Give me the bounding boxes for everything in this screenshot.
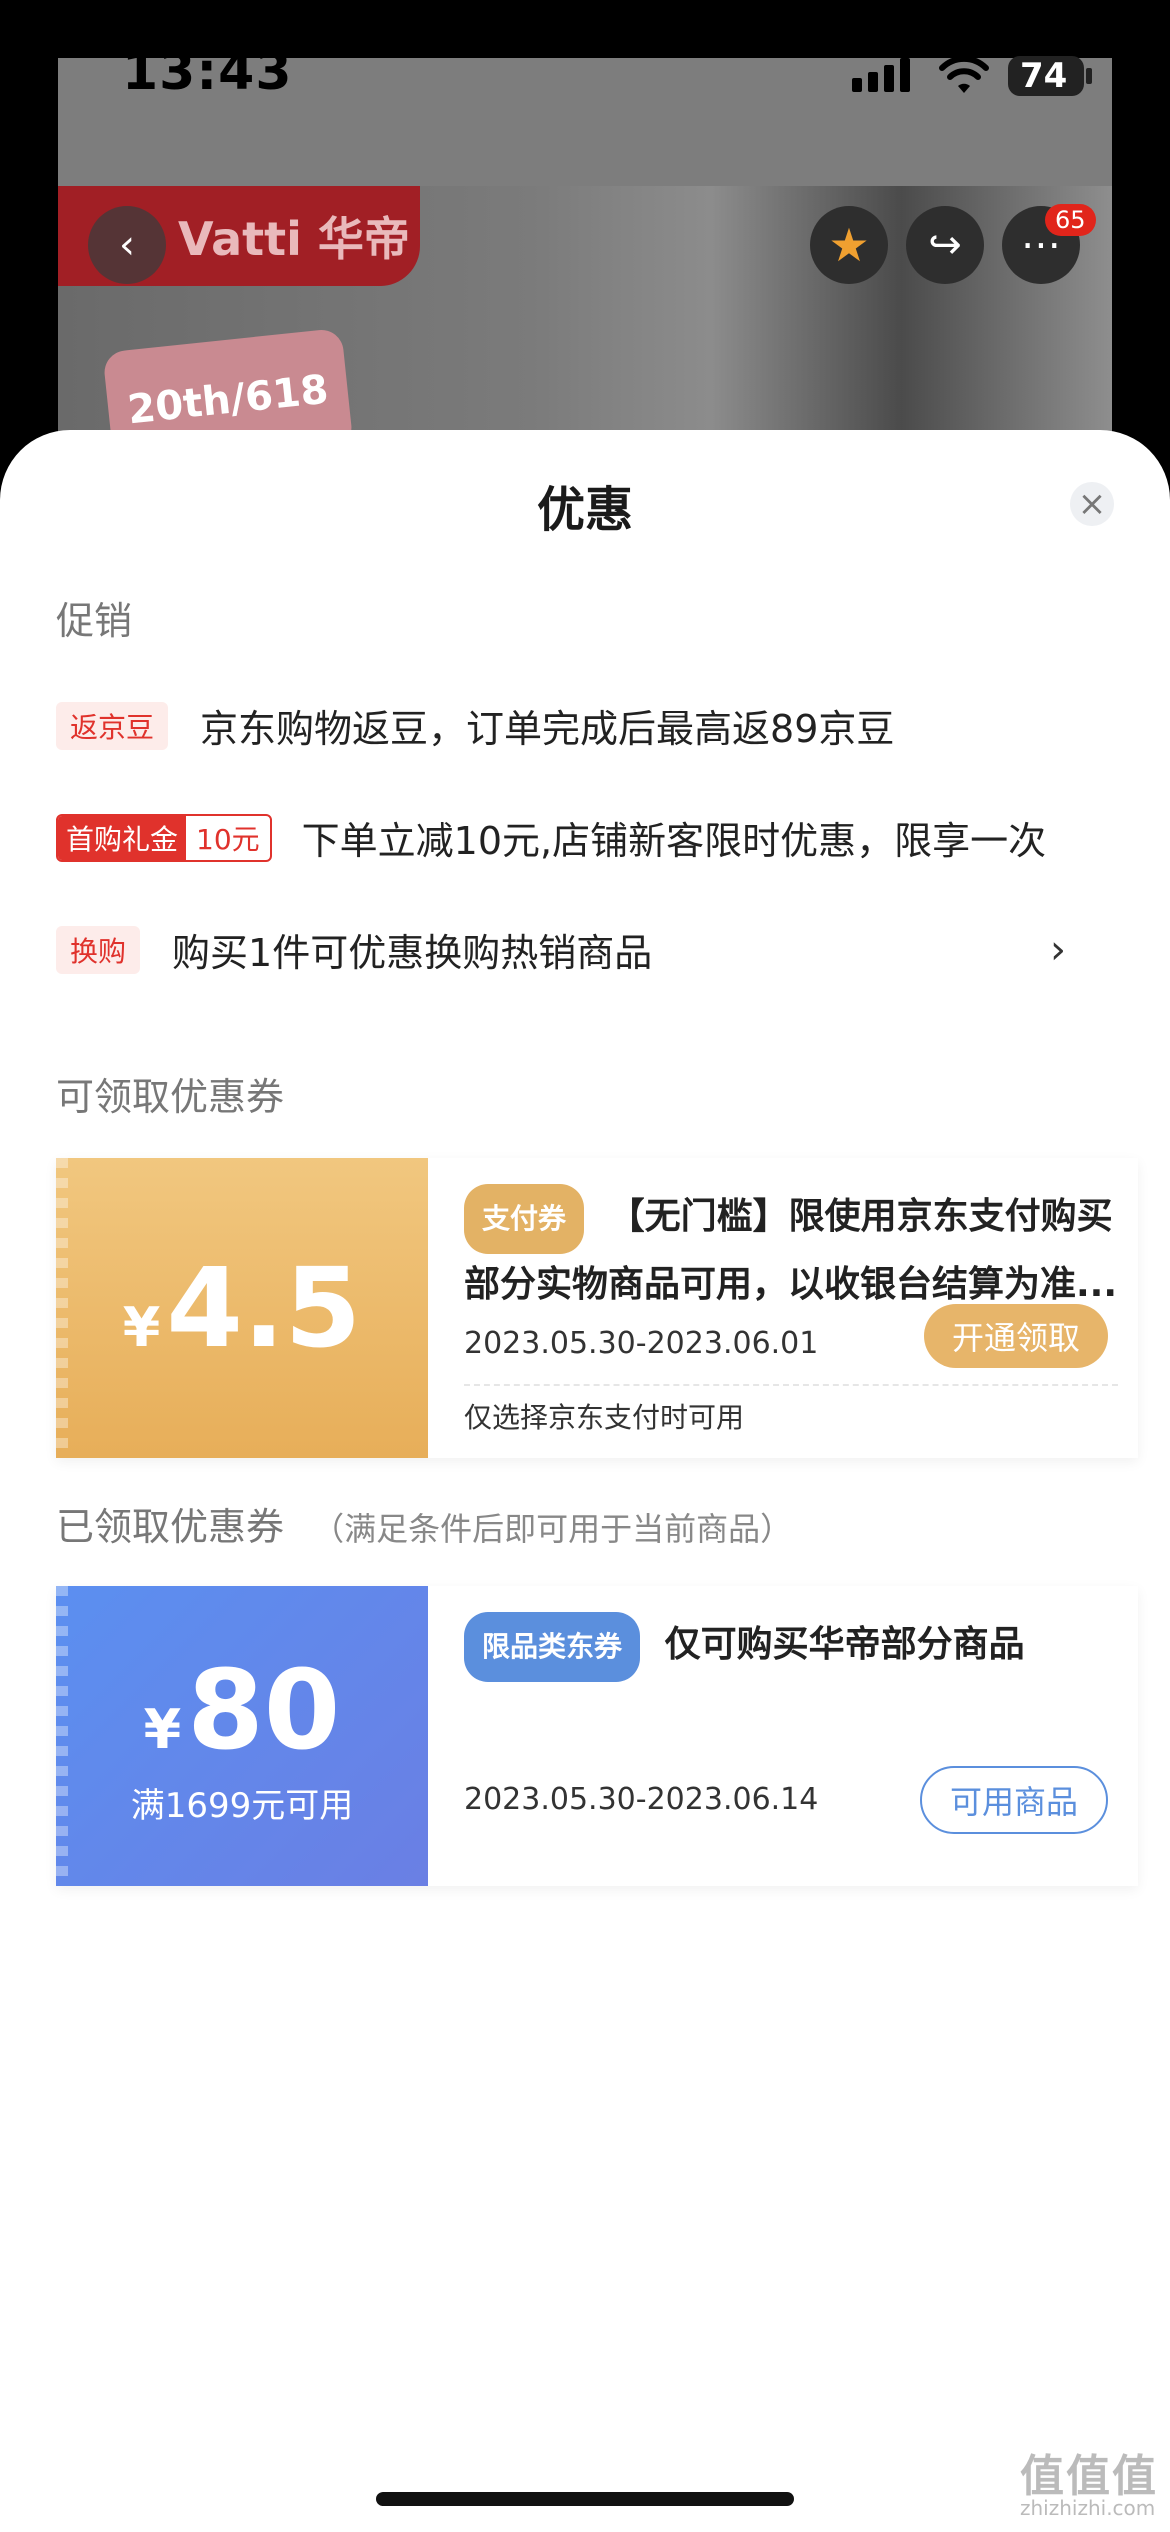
eligible-products-button[interactable]: 可用商品 [919,1766,1108,1834]
currency-symbol: ¥ [122,1296,161,1359]
coupon-type-tag: 支付券 [464,1184,585,1254]
star-icon: ★ [828,218,870,272]
back-button[interactable]: ‹ [88,206,166,284]
status-time: 13:43 [122,42,293,102]
promotion-text: 京东购物返豆，订单完成后最高返89京豆 [200,707,895,751]
coupon-title-block: 限品类东券 仅可购买华帝部分商品 [464,1612,1124,1682]
coupon-amount: ¥ 80 [144,1646,341,1774]
coupon-zigzag-edge [56,1158,68,1458]
coupon-note: 仅选择京东支付时可用 [464,1401,745,1434]
promotions-section-label: 促销 [56,599,133,643]
chevron-left-icon: ‹ [119,222,135,268]
chevron-right-icon: › [1050,926,1066,973]
cart-count-badge: 65 [1045,204,1096,236]
coupon-amount-panel: ¥ 80 满1699元可用 [56,1586,428,1886]
first-order-gift-tag: 首购礼金 10元 [56,813,272,862]
coupon-value: 80 [187,1645,341,1774]
signal-icon [852,58,910,92]
sheet-title: 优惠 [536,482,633,538]
currency-symbol: ¥ [143,1697,182,1761]
coupon-value: 4.5 [166,1244,362,1372]
coupon-amount-panel: ¥ 4.5 [56,1158,428,1458]
promotion-tag: 返京豆 [56,701,169,750]
coupon-details: 支付券 【无门槛】限使用京东支付购买部分实物商品可用，以收银台结算为准... 2… [464,1158,1118,1458]
promotion-row-first-order: 首购礼金 10元 下单立减10元,店铺新客限时优惠，限享一次 [56,810,1046,865]
share-button[interactable]: ↪ [906,206,984,284]
promotion-text: 购买1件可优惠换购热销商品 [172,931,653,975]
promotion-tag: 换购 [56,925,141,974]
coupon-type-tag: 限品类东券 [464,1612,641,1682]
status-bar: 13:43 74 [0,0,1170,120]
payment-coupon-card: ¥ 4.5 支付券 【无门槛】限使用京东支付购买部分实物商品可用，以收银台结算为… [56,1158,1138,1458]
coupon-title-block: 支付券 【无门槛】限使用京东支付购买部分实物商品可用，以收银台结算为准... [464,1184,1124,1316]
watermark-logo: 值值值 [1020,2451,1158,2502]
watermark-url: zhizhizhi.com [1020,2496,1156,2520]
close-icon: × [1077,484,1107,524]
claimed-coupons-label: 已领取优惠券 （满足条件后即可用于当前商品） [56,1496,792,1551]
coupon-divider [464,1384,1118,1386]
coupon-condition: 满1699元可用 [130,1785,354,1826]
close-button[interactable]: × [1070,482,1114,526]
claimed-title: 已领取优惠券 [56,1505,285,1549]
coupon-title: 仅可购买华帝部分商品 [664,1624,1025,1665]
available-coupons-label: 可领取优惠券 [56,1075,285,1119]
wifi-icon [939,55,989,93]
gift-tag-label: 首购礼金 [58,815,187,860]
battery-icon: 74 [1008,56,1092,96]
home-indicator [376,2492,794,2506]
gift-tag-amount: 10元 [196,822,260,856]
coupon-zigzag-edge [56,1586,68,1886]
coupon-date: 2023.05.30-2023.06.14 [464,1782,819,1817]
promotion-text: 下单立减10元,店铺新客限时优惠，限享一次 [301,819,1047,863]
coupon-amount: ¥ 4.5 [123,1244,361,1372]
category-coupon-card: ¥ 80 满1699元可用 限品类东券 仅可购买华帝部分商品 2023.05.3… [56,1586,1138,1886]
share-icon: ↪ [928,222,962,268]
claimed-hint: （满足条件后即可用于当前商品） [312,1510,793,1548]
favorite-button[interactable]: ★ [810,206,888,284]
promotion-row-beans: 返京豆 京东购物返豆，订单完成后最高返89京豆 [56,698,894,753]
activate-claim-button[interactable]: 开通领取 [923,1304,1108,1368]
discount-sheet: 优惠 × 促销 返京豆 京东购物返豆，订单完成后最高返89京豆 首购礼金 10元… [0,430,1170,2532]
coupon-date: 2023.05.30-2023.06.01 [464,1326,819,1361]
coupon-details: 限品类东券 仅可购买华帝部分商品 2023.05.30-2023.06.14 可… [464,1586,1118,1886]
promotion-row-exchange[interactable]: 换购 购买1件可优惠换购热销商品 › [56,922,1114,977]
